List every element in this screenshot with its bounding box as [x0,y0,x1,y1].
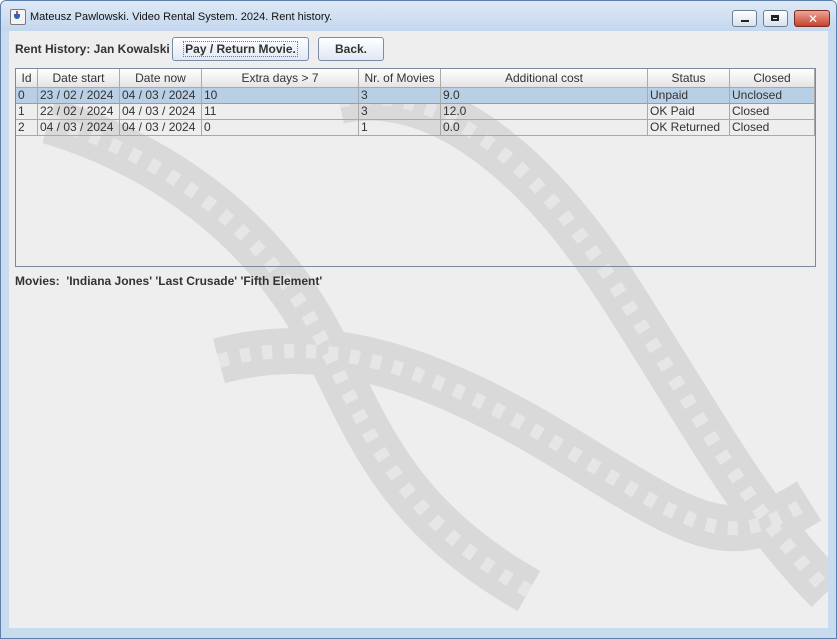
maximize-icon [771,15,779,21]
rent-history-table[interactable]: Id Date start Date now Extra days > 7 Nr… [15,68,816,267]
pay-return-movie-label: Pay / Return Movie. [183,41,298,57]
column-header-extra-days[interactable]: Extra days > 7 [202,69,359,88]
cell-extra-days: 10 [202,88,359,104]
close-button[interactable]: ✕ [794,10,830,27]
cell-status: OK Returned [648,120,730,136]
column-header-additional-cost[interactable]: Additional cost [441,69,648,88]
cell-status: Unpaid [648,88,730,104]
cell-date-now: 04 / 03 / 2024 [120,88,202,104]
cell-closed: Unclosed [730,88,815,104]
cell-date-start: 23 / 02 / 2024 [38,88,120,104]
pay-return-movie-button[interactable]: Pay / Return Movie. [172,37,309,61]
column-header-closed[interactable]: Closed [730,69,815,88]
cell-date-start: 22 / 02 / 2024 [38,104,120,120]
title-bar[interactable]: Mateusz Pawlowski. Video Rental System. … [1,1,836,31]
cell-additional-cost: 12.0 [441,104,648,120]
cell-id: 1 [16,104,38,120]
cell-nr-of-movies: 3 [359,88,441,104]
cell-additional-cost: 0.0 [441,120,648,136]
table-row[interactable]: 1 22 / 02 / 2024 04 / 03 / 2024 11 3 12.… [16,104,815,120]
maximize-button[interactable] [763,10,788,27]
cell-date-now: 04 / 03 / 2024 [120,120,202,136]
cell-closed: Closed [730,120,815,136]
cell-additional-cost: 9.0 [441,88,648,104]
cell-extra-days: 11 [202,104,359,120]
column-header-date-start[interactable]: Date start [38,69,120,88]
main-panel: Rent History: Jan Kowalski Pay / Return … [9,31,828,628]
column-header-date-now[interactable]: Date now [120,69,202,88]
window-title: Mateusz Pawlowski. Video Rental System. … [30,11,333,23]
table-row[interactable]: 0 23 / 02 / 2024 04 / 03 / 2024 10 3 9.0… [16,88,815,104]
cell-extra-days: 0 [202,120,359,136]
close-icon: ✕ [808,12,819,26]
cell-id: 2 [16,120,38,136]
movies-list-label: Movies: 'Indiana Jones' 'Last Crusade' '… [15,274,323,288]
cell-date-start: 04 / 03 / 2024 [38,120,120,136]
app-window: Mateusz Pawlowski. Video Rental System. … [0,0,837,639]
table-header: Id Date start Date now Extra days > 7 Nr… [16,69,815,88]
minimize-button[interactable] [732,10,757,27]
back-button[interactable]: Back. [318,37,384,61]
column-header-status[interactable]: Status [648,69,730,88]
rent-history-label: Rent History: Jan Kowalski [15,42,170,56]
cell-date-now: 04 / 03 / 2024 [120,104,202,120]
cell-nr-of-movies: 1 [359,120,441,136]
java-app-icon [10,9,26,25]
cell-status: OK Paid [648,104,730,120]
column-header-id[interactable]: Id [16,69,38,88]
cell-nr-of-movies: 3 [359,104,441,120]
cell-closed: Closed [730,104,815,120]
cell-id: 0 [16,88,38,104]
minimize-icon [741,20,749,22]
table-row[interactable]: 2 04 / 03 / 2024 04 / 03 / 2024 0 1 0.0 … [16,120,815,136]
column-header-nr-of-movies[interactable]: Nr. of Movies [359,69,441,88]
